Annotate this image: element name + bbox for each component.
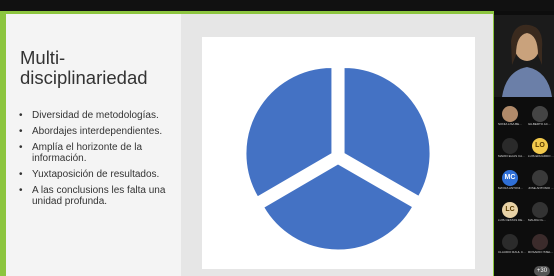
bullet-item: A las conclusions les falta una unidad p… bbox=[14, 185, 174, 207]
participant-avatar bbox=[532, 106, 548, 122]
participant-avatar bbox=[502, 234, 518, 250]
top-bar bbox=[0, 0, 554, 11]
participant-avatar bbox=[532, 202, 548, 218]
bullet-item: Amplía el horizonte de la información. bbox=[14, 142, 174, 164]
pie-chart bbox=[245, 66, 431, 251]
participant-tile[interactable]: CLAUDIO RAUL C... bbox=[498, 234, 526, 256]
participant-tile[interactable]: SONIA LISA BE... bbox=[498, 106, 522, 128]
participant-name: MAURA CL... bbox=[528, 218, 546, 222]
participant-avatar: LO bbox=[532, 138, 548, 154]
participant-tile[interactable]: JOSE ANTONIO ... bbox=[528, 170, 553, 192]
bullet-item: Diversidad de metodologías. bbox=[14, 110, 174, 121]
participant-tile[interactable]: GILBERTO AC... bbox=[528, 106, 550, 128]
participant-avatar bbox=[502, 106, 518, 122]
participant-avatar: LC bbox=[502, 202, 518, 218]
participant-name: MAYRA ANTONI... bbox=[498, 186, 523, 190]
pie-chart-area bbox=[202, 37, 475, 269]
participant-tile[interactable]: MAURA CL... bbox=[528, 202, 550, 224]
participant-avatar: MC bbox=[502, 170, 518, 186]
participant-name: ROSARIO ITZEL... bbox=[528, 250, 554, 254]
participant-avatar bbox=[532, 170, 548, 186]
bullet-item: Yuxtaposición de resultados. bbox=[14, 169, 174, 180]
participant-avatar bbox=[532, 234, 548, 250]
participant-tile[interactable]: ROSARIO ITZEL... bbox=[528, 234, 553, 256]
participant-gallery[interactable]: SONIA LISA BE... GILBERTO AC... MARIO ELIA… bbox=[494, 11, 554, 276]
participant-name: JOSE ANTONIO ... bbox=[528, 186, 554, 190]
participant-name: MARIO ELIAS CA... bbox=[498, 154, 525, 158]
participant-name: GILBERTO AC... bbox=[528, 122, 551, 126]
participant-name: LUIS CESTAS DE... bbox=[498, 218, 525, 222]
participant-name: CLAUDIO RAUL C... bbox=[498, 250, 526, 254]
active-speaker-video[interactable] bbox=[494, 15, 554, 97]
participant-tile[interactable]: MC MAYRA ANTONI... bbox=[498, 170, 523, 192]
bullet-item: Abordajes interdependientes. bbox=[14, 126, 174, 137]
bullet-list: Diversidad de metodologías. Abordajes in… bbox=[14, 110, 174, 212]
participant-name: SONIA LISA BE... bbox=[498, 122, 522, 126]
speaker-silhouette bbox=[494, 15, 554, 97]
participant-tile[interactable]: LC LUIS CESTAS DE... bbox=[498, 202, 525, 224]
participant-tile[interactable]: LO LUIS EDUARDO ... bbox=[528, 138, 554, 160]
more-participants-badge[interactable]: +30 bbox=[534, 266, 550, 276]
participant-name: LUIS EDUARDO ... bbox=[528, 154, 554, 158]
slide-title: Multi-disciplinariedad bbox=[20, 47, 148, 88]
participant-tile[interactable]: MARIO ELIAS CA... bbox=[498, 138, 525, 160]
participant-avatar bbox=[502, 138, 518, 154]
